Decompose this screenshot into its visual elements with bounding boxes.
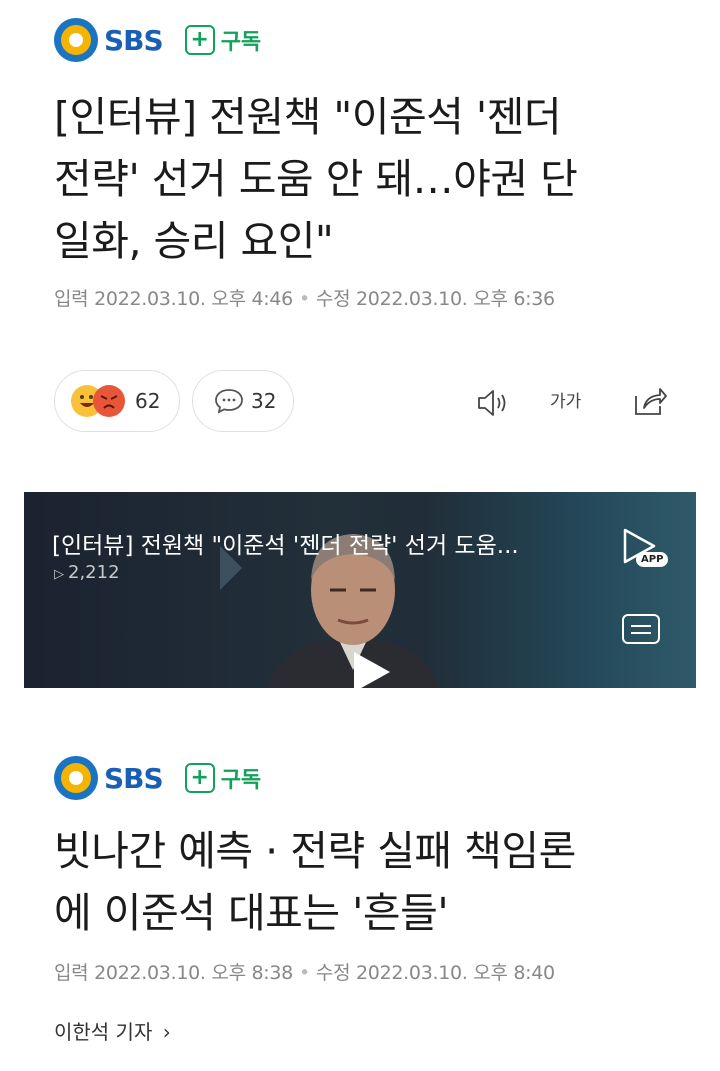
share-icon[interactable] xyxy=(632,384,668,418)
article-headline-2: 빗나간 예측 · 전략 실패 책임론 에 이준석 대표는 '흔들' xyxy=(54,820,694,944)
reporter-link[interactable]: 이한석 기자 › xyxy=(54,1016,171,1045)
plus-icon: + xyxy=(184,763,215,793)
chevron-right-icon: › xyxy=(162,1020,171,1044)
edit-label: 수정 xyxy=(315,962,351,984)
input-time: 2022.03.10. 오후 4:46 xyxy=(94,288,293,310)
views-count: 2,212 xyxy=(68,562,120,583)
subscribe-button[interactable]: + 구독 xyxy=(184,24,262,56)
video-views: ▷ 2,212 xyxy=(54,562,120,583)
edit-label: 수정 xyxy=(315,288,351,310)
input-label: 입력 xyxy=(54,962,89,984)
comment-icon xyxy=(213,387,245,415)
sbs-logo-icon[interactable] xyxy=(54,18,98,62)
headline-line: 빗나간 예측 · 전략 실패 책임론 xyxy=(54,827,576,875)
plus-icon: + xyxy=(184,25,215,55)
font-size-icon[interactable]: 가가 xyxy=(550,384,581,413)
edit-time: 2022.03.10. 오후 6:36 xyxy=(356,288,555,310)
video-menu-icon[interactable] xyxy=(622,614,660,644)
subscribe-label: 구독 xyxy=(220,768,262,793)
press-name[interactable]: SBS xyxy=(104,762,164,795)
subscribe-button[interactable]: + 구독 xyxy=(184,762,262,794)
headline-line: 전략' 선거 도움 안 돼…야권 단 xyxy=(54,155,578,203)
views-play-icon: ▷ xyxy=(54,567,64,582)
subscribe-label: 구독 xyxy=(220,30,262,55)
comment-count: 32 xyxy=(251,389,277,413)
input-label: 입력 xyxy=(54,288,89,310)
headline-line: [인터뷰] 전원책 "이준석 '젠더 xyxy=(54,93,562,141)
input-time: 2022.03.10. 오후 8:38 xyxy=(94,962,293,984)
press-name[interactable]: SBS xyxy=(104,24,164,57)
press-header: SBS + 구독 xyxy=(54,18,261,62)
comment-button[interactable]: 32 xyxy=(192,370,294,432)
speaker-icon[interactable] xyxy=(476,388,510,418)
reaction-count: 62 xyxy=(135,389,161,413)
edit-time: 2022.03.10. 오후 8:40 xyxy=(356,962,555,984)
app-badge: APP xyxy=(636,552,669,567)
article-meta: 입력 2022.03.10. 오후 4:46 • 수정 2022.03.10. 오후… xyxy=(54,288,555,310)
font-size-label: 가가 xyxy=(550,392,582,412)
press-header-2: SBS + 구독 xyxy=(54,756,261,800)
angry-emoji-icon xyxy=(93,385,125,417)
reaction-button[interactable]: 62 xyxy=(54,370,180,432)
video-player[interactable]: [인터뷰] 전원책 "이준석 '젠더 전략' 선거 도움... ▷ 2,212 A… xyxy=(24,492,696,688)
headline-line: 일화, 승리 요인" xyxy=(54,217,334,265)
play-icon[interactable] xyxy=(354,652,390,688)
sbs-logo-icon[interactable] xyxy=(54,756,98,800)
headline-line: 에 이준석 대표는 '흔들' xyxy=(54,889,449,937)
video-title: [인터뷰] 전원책 "이준석 '젠더 전략' 선거 도움... xyxy=(52,533,519,559)
article-headline: [인터뷰] 전원책 "이준석 '젠더 전략' 선거 도움 안 돼…야권 단 일화… xyxy=(54,86,694,272)
reporter-name: 이한석 기자 xyxy=(54,1020,153,1044)
article-meta-2: 입력 2022.03.10. 오후 8:38 • 수정 2022.03.10. 오후… xyxy=(54,962,555,984)
app-play-icon xyxy=(623,528,656,564)
app-play-button[interactable]: APP xyxy=(620,526,670,576)
